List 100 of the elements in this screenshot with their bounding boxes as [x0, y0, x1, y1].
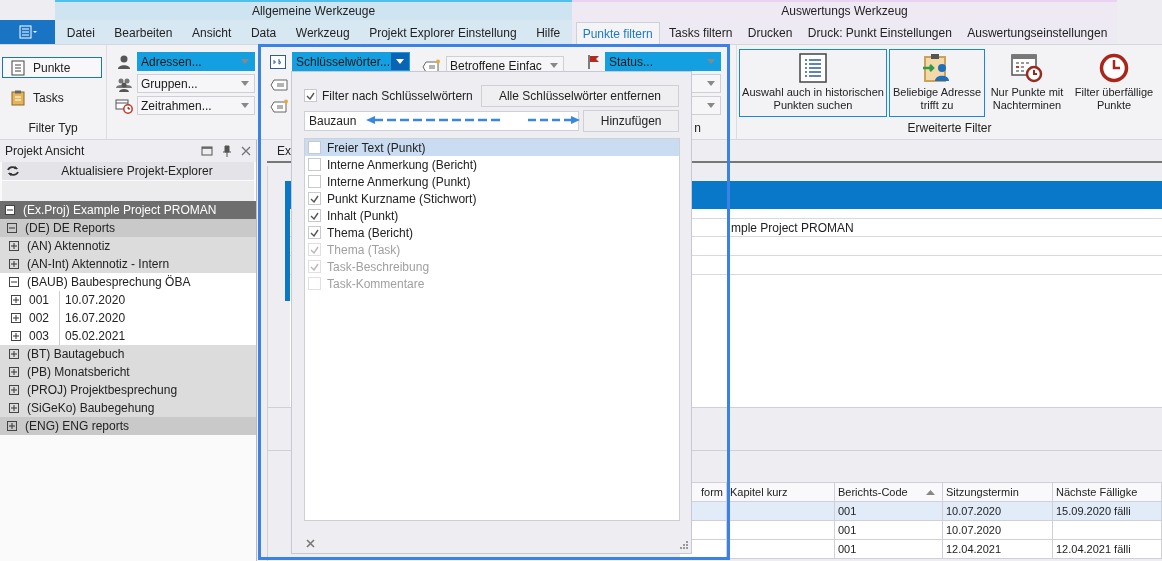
filter-checkbox[interactable]: Filter nach Schlüsselwörtern [304, 86, 473, 105]
collapse-icon[interactable] [5, 205, 15, 215]
advanced-filter-button[interactable]: Nur Punkte mit Nachterminen [987, 49, 1067, 117]
expand-icon[interactable] [11, 331, 21, 341]
table-cell-text: 12.04.2021 fälli [1056, 541, 1131, 557]
dropdown-arrow-icon [707, 103, 715, 108]
field-checkbox-item[interactable]: Interne Anmerkung (Punkt) [305, 173, 679, 190]
document-icon [11, 59, 25, 76]
tree-item[interactable]: 002 16.07.2020 [0, 309, 256, 327]
tree-item-label: (DE) DE Reports [25, 220, 116, 237]
expand-icon[interactable] [9, 367, 19, 377]
expand-icon[interactable] [9, 241, 19, 251]
tree-item[interactable]: (PB) Monatsbericht [0, 363, 256, 381]
tag-icon [270, 79, 288, 91]
context-group-label: Auswertungs Werkzeug [781, 3, 908, 20]
tree-item[interactable]: (SiGeKo) Baubegehung [0, 399, 256, 417]
ribbon-tab[interactable]: Auswertungseinstellungen [961, 22, 1114, 44]
expand-icon[interactable] [9, 403, 19, 413]
field-checkbox-item[interactable]: Freier Text (Punkt) [305, 139, 679, 156]
dropdown[interactable]: Gruppen... [137, 74, 255, 93]
panel-title: Projekt Ansicht [5, 143, 86, 160]
tree-item[interactable]: (PROJ) Projektbesprechung [0, 381, 256, 399]
expand-icon[interactable] [9, 349, 19, 359]
ribbon-tab[interactable]: Data [244, 22, 283, 44]
expand-icon[interactable] [9, 385, 19, 395]
dropdown[interactable]: Status... [605, 52, 721, 71]
ribbon-tab[interactable]: Druck: Punkt Einstellungen [801, 22, 958, 44]
tree-item[interactable]: (AN) Aktennotiz [0, 237, 256, 255]
field-checkbox-item[interactable]: Thema (Bericht) [305, 224, 679, 241]
expand-icon[interactable] [11, 313, 21, 323]
field-checkbox-item[interactable]: Interne Anmerkung (Bericht) [305, 156, 679, 173]
tree-item[interactable]: (Ex.Proj) Example Project PROMAN [0, 201, 256, 219]
ribbon-tab[interactable]: Ansicht [185, 22, 238, 44]
tag-icon [270, 99, 288, 113]
tree-item[interactable]: (BAUB) Baubesprechung ÖBA [0, 273, 256, 291]
tree-item[interactable]: (BT) Bautagebuch [0, 345, 256, 363]
column-header[interactable]: Nächste Fälligke [1053, 483, 1162, 501]
ribbon-tab[interactable]: Drucken [741, 22, 799, 44]
tree-item[interactable]: 001 10.07.2020 [0, 291, 256, 309]
ribbon-tab[interactable]: Projekt Explorer Einstellung [363, 22, 523, 44]
add-button[interactable]: Hinzufügen [583, 110, 679, 132]
collapse-icon[interactable] [7, 223, 17, 233]
refresh-button[interactable]: Aktualisiere Projekt-Explorer [2, 162, 254, 180]
text-field-icon [270, 54, 286, 69]
dropdown[interactable]: Zeitrahmen... [137, 96, 255, 115]
tree-item[interactable]: 003 05.02.2021 [0, 327, 256, 345]
ribbon-tab[interactable]: Hilfe [530, 22, 567, 44]
context-group-label: Allgemeine Werkzeuge [251, 3, 376, 20]
table-row[interactable]: 001 12.04.2021 12.04.2021 fälli [680, 540, 1162, 559]
column-header[interactable]: Berichts-Code [835, 483, 943, 501]
dashed-arrow [528, 115, 580, 125]
tree-item-label: (AN-Int) Aktennotiz - Intern [27, 256, 170, 273]
field-checkbox-item[interactable]: Inhalt (Punkt) [305, 207, 679, 224]
filter-type-button[interactable]: Tasks [2, 87, 102, 108]
remove-all-button[interactable]: Alle Schlüsselwörter entfernen [481, 84, 679, 107]
keyword-input[interactable]: Bauzaun [304, 111, 580, 131]
filter-type-button[interactable]: Punkte [2, 57, 102, 78]
expand-icon[interactable] [7, 421, 17, 431]
column-header[interactable]: Kapitel kurz [727, 483, 835, 501]
tree-item-label: (BAUB) Baubesprechung ÖBA [27, 274, 191, 291]
menu-icon [17, 25, 38, 39]
ribbon-tab[interactable]: Tasks filtern [663, 22, 739, 44]
expand-icon[interactable] [9, 259, 19, 269]
close-button[interactable] [304, 537, 316, 549]
close-icon [241, 146, 251, 156]
pin-icon [222, 145, 232, 157]
ribbon-tab[interactable]: Werkzeug [289, 22, 356, 44]
group-label: Filter Typ [28, 120, 78, 137]
field-checkbox-item[interactable]: Punkt Kurzname (Stichwort) [305, 190, 679, 207]
flag-icon [587, 53, 601, 70]
tree-item-label: (PB) Monatsbericht [27, 364, 130, 381]
tree-item[interactable]: (ENG) ENG reports [0, 417, 256, 435]
advanced-filter-button[interactable]: Auswahl auch in historischen Punkten suchen [739, 49, 887, 117]
dropdown[interactable]: Adressen... [137, 52, 255, 71]
table-cell-text: 12.04.2021 [946, 541, 1002, 557]
dropdown[interactable]: Schlüsselwörter... [292, 52, 410, 71]
expand-icon[interactable] [11, 295, 21, 305]
group-label: n [694, 120, 701, 137]
tree-item-label: (AN) Aktennotiz [27, 238, 111, 255]
ribbon-tab[interactable]: Datei [60, 22, 101, 44]
ribbon-tab[interactable]: Bearbeiten [108, 22, 179, 44]
tree-item-label: (ENG) ENG reports [25, 418, 129, 435]
maximize-icon [201, 146, 213, 156]
table-cell-text: mple Project PROMAN [731, 219, 854, 237]
tree-item[interactable]: (DE) DE Reports [0, 219, 256, 237]
tree-item-label: (PROJ) Projektbesprechung [27, 382, 178, 399]
column-header[interactable]: Sitzungstermin [943, 483, 1053, 501]
ribbon-tab[interactable]: Punkte filtern [575, 22, 660, 44]
document-tab[interactable]: Ex [275, 141, 293, 161]
dropdown-arrow-icon [241, 59, 249, 64]
refresh-icon [6, 165, 20, 177]
dropdown-arrow-icon [707, 59, 715, 64]
advanced-filter-button[interactable]: Beliebige Adresse trifft zu [889, 49, 985, 117]
tree-item[interactable]: (AN-Int) Aktennotiz - Intern [0, 255, 256, 273]
tree-item-label: (BT) Bautagebuch [27, 346, 125, 363]
tree-item-code: 001 [29, 292, 51, 309]
collapse-icon[interactable] [9, 277, 19, 287]
clipboard-person-icon [922, 53, 952, 83]
advanced-filter-button[interactable]: Filter überfällige Punkte [1069, 49, 1159, 117]
dropdown-arrow-icon [396, 59, 404, 64]
